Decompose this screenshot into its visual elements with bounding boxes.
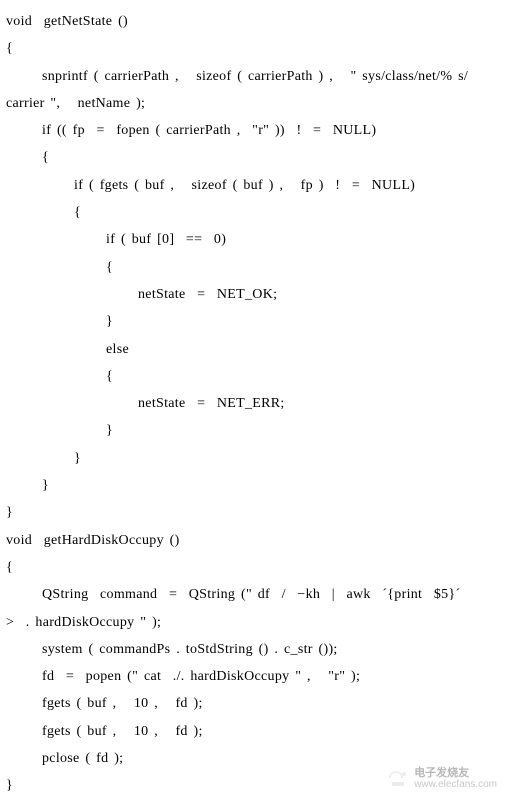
code-line: {: [6, 554, 499, 581]
code-line: }: [6, 472, 499, 499]
code-line: if (( fp = fopen ( carrierPath , "r" )) …: [6, 117, 499, 144]
code-line: fd = popen (" cat ./. hardDiskOccupy " ,…: [6, 663, 499, 690]
code-line: }: [6, 308, 499, 335]
watermark-text: 电子发烧友 www.elecfans.com: [414, 767, 497, 790]
code-line: {: [6, 363, 499, 390]
code-line: system ( commandPs . toStdString () . c_…: [6, 636, 499, 663]
watermark-url-label: www.elecfans.com: [414, 779, 497, 790]
watermark: 电子发烧友 www.elecfans.com: [386, 767, 497, 790]
code-line: {: [6, 199, 499, 226]
code-line: netState = NET_ERR;: [6, 390, 499, 417]
code-line: void getHardDiskOccupy (): [6, 527, 499, 554]
code-line: void getNetState (): [6, 8, 499, 35]
code-line: {: [6, 35, 499, 62]
code-line: }: [6, 499, 499, 526]
code-line: fgets ( buf , 10 , fd );: [6, 690, 499, 717]
code-line: }: [6, 417, 499, 444]
code-line: QString command = QString (" df / −kh | …: [6, 581, 499, 608]
code-line: if ( fgets ( buf , sizeof ( buf ) , fp )…: [6, 172, 499, 199]
code-line: if ( buf [0] == 0): [6, 226, 499, 253]
code-line: else: [6, 336, 499, 363]
code-line: fgets ( buf , 10 , fd );: [6, 718, 499, 745]
code-line: {: [6, 254, 499, 281]
watermark-cn-label: 电子发烧友: [414, 767, 497, 779]
code-line: netState = NET_OK;: [6, 281, 499, 308]
code-line: carrier ", netName );: [6, 90, 499, 117]
code-line: > . hardDiskOccupy " );: [6, 609, 499, 636]
code-line: snprintf ( carrierPath , sizeof ( carrie…: [6, 63, 499, 90]
code-line: }: [6, 445, 499, 472]
code-line: {: [6, 144, 499, 171]
watermark-logo-icon: [386, 768, 410, 788]
code-block: void getNetState (){snprintf ( carrierPa…: [6, 8, 499, 800]
